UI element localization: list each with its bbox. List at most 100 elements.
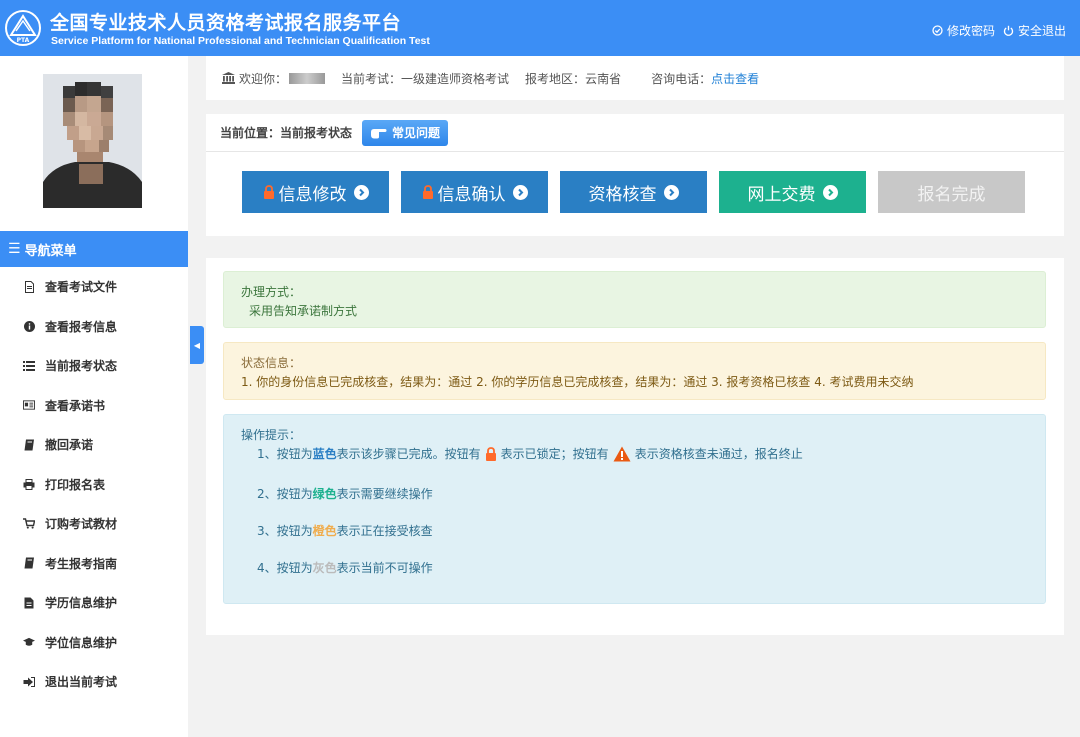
info-icon <box>23 320 35 332</box>
nav-list: 查看考试文件 查看报考信息 当前报考状态 查看承诺书 撤回承诺 打印报名表 订购… <box>0 267 188 702</box>
sidebar-item-label: 学位信息维护 <box>45 635 118 650</box>
tip-text: 表示资格核查未通过，报名终止 <box>634 447 803 461</box>
step-label: 信息修改 <box>278 184 347 205</box>
phone-view-link[interactable]: 点击查看 <box>711 70 759 87</box>
tip-color-word: 绿色 <box>312 487 337 501</box>
change-password-label: 修改密码 <box>946 24 995 38</box>
step-label: 资格核查 <box>588 184 657 205</box>
tip-text: 3、按钮为 <box>257 524 313 538</box>
sidebar-item-label: 查看承诺书 <box>45 398 106 413</box>
tip-blue: 1、按钮为 蓝色 表示该步骤已完成。按钮有 表示已锁定；按钮有 表示资格核查未通… <box>257 445 803 462</box>
tip-text: 2、按钮为 <box>257 487 313 501</box>
method-text: 采用告知承诺制方式 <box>249 304 358 318</box>
power-icon <box>1003 25 1014 36</box>
method-title: 办理方式： <box>241 285 302 299</box>
tip-color-word: 蓝色 <box>312 447 337 461</box>
sidebar-item-label: 考生报考指南 <box>45 556 118 571</box>
sidebar-item-label: 学历信息维护 <box>45 596 118 611</box>
step-online-payment-button[interactable]: 网上交费 <box>719 171 866 213</box>
sidebar-item-label: 订购考试教材 <box>45 517 118 532</box>
user-name-redacted <box>289 72 326 84</box>
tips-alert: 操作提示： 1、按钮为 蓝色 表示该步骤已完成。按钮有 表示已锁定；按钮有 表示… <box>223 414 1046 604</box>
sidebar-item-order-books[interactable]: 订购考试教材 <box>0 504 188 544</box>
step-label: 报名完成 <box>917 184 986 205</box>
status-title: 状态信息： <box>241 356 302 370</box>
step-info-confirm-button[interactable]: 信息确认 <box>401 171 548 213</box>
chevron-right-icon <box>512 184 528 200</box>
change-password-link[interactable]: 修改密码 <box>932 22 995 39</box>
tip-text: 表示正在接受核查 <box>336 524 433 538</box>
faq-button-label: 常见问题 <box>392 126 441 140</box>
region-value: 云南省 <box>585 71 622 86</box>
document-icon <box>23 280 35 293</box>
chevron-right-icon <box>822 184 838 200</box>
sidebar-item-label: 打印报名表 <box>45 477 106 492</box>
sign-out-icon <box>23 676 35 688</box>
tip-orange: 3、按钮为 橙色 表示正在接受核查 <box>257 522 433 539</box>
caret-left-icon: ◀ <box>193 340 201 350</box>
tip-text: 表示需要继续操作 <box>336 487 433 501</box>
sidebar-item-degree-info[interactable]: 学位信息维护 <box>0 623 188 663</box>
current-exam-label: 当前考试： <box>341 71 402 86</box>
step-registration-complete-button: 报名完成 <box>878 171 1025 213</box>
tip-text: 表示当前不可操作 <box>336 561 433 575</box>
status-alert: 状态信息： 1. 你的身份信息已完成核查，结果为：通过 2. 你的学历信息已完成… <box>223 342 1046 400</box>
tip-text: 4、按钮为 <box>257 561 313 575</box>
region-label: 报考地区： <box>525 71 586 86</box>
list-icon <box>23 360 35 372</box>
tip-text: 1、按钮为 <box>257 447 313 461</box>
breadcrumb: 当前位置：当前报考状态 常见问题 <box>206 114 1064 152</box>
faq-button[interactable]: 常见问题 <box>362 119 449 146</box>
sidebar-item-education-info[interactable]: 学历信息维护 <box>0 583 188 623</box>
platform-title: 全国专业技术人员资格考试报名服务平台 <box>50 12 402 34</box>
bank-icon <box>222 72 235 84</box>
sidebar-item-guide[interactable]: 考生报考指南 <box>0 544 188 584</box>
chevron-right-icon <box>353 184 369 200</box>
sidebar-item-exit-exam[interactable]: 退出当前考试 <box>0 662 188 702</box>
pta-logo: PTA <box>5 10 41 46</box>
sidebar-item-commitment[interactable]: 查看承诺书 <box>0 386 188 426</box>
sidebar-item-label: 查看考试文件 <box>45 280 118 295</box>
sidebar-item-print-form[interactable]: 打印报名表 <box>0 465 188 505</box>
current-exam-value: 一级建造师资格考试 <box>401 71 510 86</box>
graduation-cap-icon <box>23 636 35 648</box>
warning-icon <box>613 446 631 461</box>
avatar <box>43 74 142 208</box>
logout-label: 安全退出 <box>1017 24 1066 38</box>
breadcrumb-label: 当前位置：当前报考状态 <box>220 126 353 140</box>
sidebar-item-withdraw-commitment[interactable]: 撤回承诺 <box>0 425 188 465</box>
tips-title: 操作提示： <box>241 428 302 442</box>
sidebar-collapse-toggle[interactable]: ◀ <box>190 326 204 364</box>
pointing-hand-icon <box>371 129 387 139</box>
welcome-label: 欢迎你： <box>239 71 288 86</box>
file-icon <box>23 597 35 609</box>
tip-green: 2、按钮为 绿色 表示需要继续操作 <box>257 485 433 502</box>
nav-menu-title: 导航菜单 <box>24 243 77 259</box>
platform-subtitle: Service Platform for National Profession… <box>51 35 430 47</box>
step-qualification-check-button[interactable]: 资格核查 <box>560 171 707 213</box>
step-info-edit-button[interactable]: 信息修改 <box>242 171 389 213</box>
sidebar-item-view-registration[interactable]: 查看报考信息 <box>0 307 188 347</box>
step-label: 信息确认 <box>437 184 506 205</box>
sidebar-item-exam-files[interactable]: 查看考试文件 <box>0 267 188 307</box>
tip-gray: 4、按钮为 灰色 表示当前不可操作 <box>257 559 433 576</box>
sidebar-item-current-status[interactable]: 当前报考状态 <box>0 346 188 386</box>
phone-label: 咨询电话： <box>651 71 712 86</box>
main-panel: 办理方式： 采用告知承诺制方式 状态信息： 1. 你的身份信息已完成核查，结果为… <box>206 258 1064 635</box>
top-header: PTA 全国专业技术人员资格考试报名服务平台 Service Platform … <box>0 0 1080 56</box>
method-alert: 办理方式： 采用告知承诺制方式 <box>223 271 1046 328</box>
info-bar: 欢迎你： 当前考试： 一级建造师资格考试 报考地区： 云南省 咨询电话： 点击查… <box>206 56 1064 100</box>
lock-icon <box>422 185 433 199</box>
step-label: 网上交费 <box>747 184 816 205</box>
logout-link[interactable]: 安全退出 <box>1003 22 1066 39</box>
tip-text: 表示该步骤已完成。按钮有 <box>336 447 481 461</box>
cart-icon <box>23 518 35 530</box>
sidebar-item-label: 查看报考信息 <box>45 319 118 334</box>
id-card-icon <box>23 399 35 411</box>
svg-text:PTA: PTA <box>17 37 30 44</box>
progress-steps: 信息修改 信息确认 资格核查 网上交费 报名完成 <box>242 171 1025 213</box>
lock-icon <box>485 446 496 461</box>
nav-menu-header[interactable]: ☰ 导航菜单 <box>0 231 188 267</box>
sidebar-item-label: 当前报考状态 <box>45 359 118 374</box>
check-circle-icon <box>932 25 943 36</box>
